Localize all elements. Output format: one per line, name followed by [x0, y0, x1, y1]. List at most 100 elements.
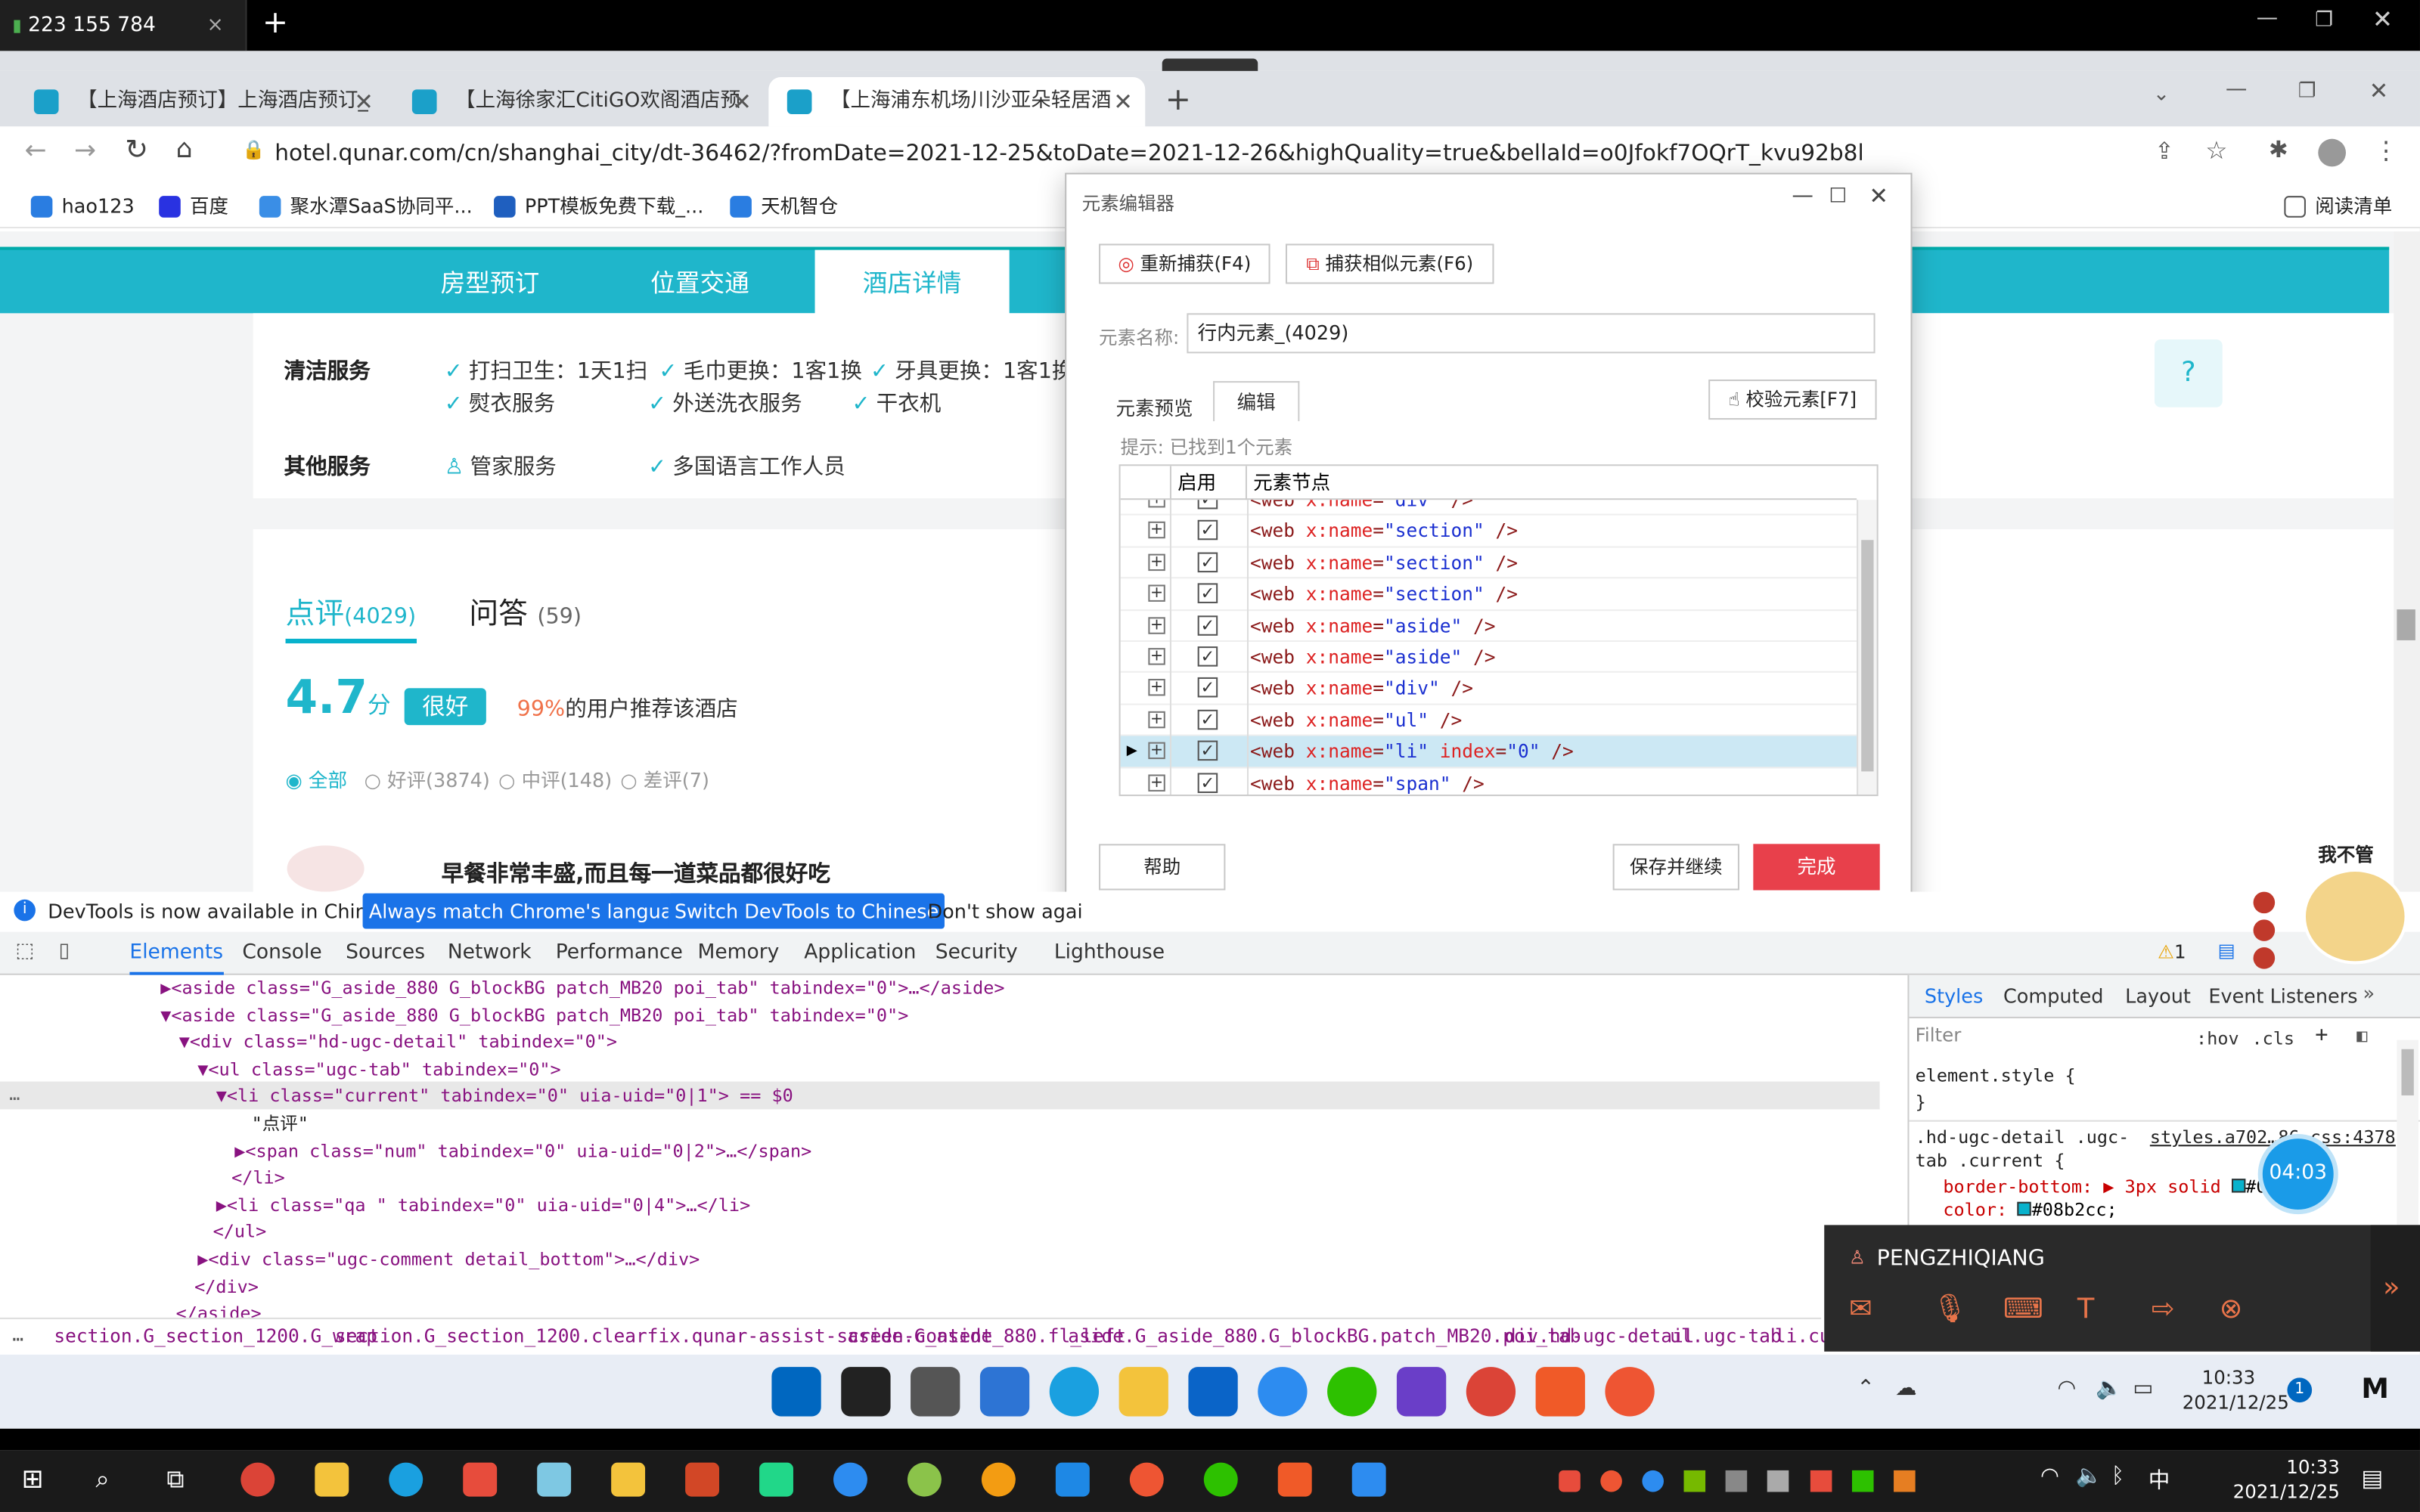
bookmark-star-icon[interactable]: ☆	[2205, 136, 2227, 166]
gear-icon-stack[interactable]	[2253, 891, 2276, 969]
meeting-icon[interactable]	[1351, 1462, 1386, 1497]
browser-tab[interactable]: 【上海酒店预订】上海酒店预订_ ✕	[15, 77, 386, 126]
filter-good[interactable]: ○ 好评(3874)	[365, 764, 490, 793]
close-tab-icon[interactable]: ✕	[732, 77, 752, 126]
styles-filter-input[interactable]: Filter	[1916, 1024, 2178, 1055]
close-tab-icon[interactable]: ✕	[1113, 77, 1133, 126]
widgets-icon[interactable]	[979, 1367, 1030, 1417]
page-scrollbar[interactable]	[2394, 231, 2420, 898]
tab-event-listeners[interactable]: Event Listeners	[2208, 984, 2357, 1008]
breadcrumb-item[interactable]: section.G_section_1200.G_wrap	[54, 1325, 377, 1347]
chrome-icon[interactable]	[1466, 1367, 1516, 1417]
text-icon[interactable]: T	[2077, 1293, 2094, 1325]
notification-center-icon[interactable]: ▤	[2361, 1464, 2383, 1492]
wechat-icon[interactable]	[1203, 1462, 1238, 1497]
dom-line[interactable]: ▶<li class="qa " tabindex="0" uia-uid="0…	[216, 1192, 750, 1219]
more-dots-icon[interactable]: …	[12, 1324, 23, 1346]
notification-badge[interactable]: 1	[2287, 1377, 2313, 1403]
mail-icon[interactable]	[1188, 1367, 1238, 1417]
issues-icon[interactable]: ▤	[2218, 940, 2235, 962]
match-language-button[interactable]: Always match Chrome's language	[362, 893, 703, 929]
restore-icon[interactable]: ❐	[2298, 80, 2316, 104]
panel-expand[interactable]: »	[2370, 1225, 2420, 1352]
edge-icon[interactable]	[1049, 1367, 1100, 1417]
expand-icon[interactable]: +	[1148, 584, 1165, 603]
minimize-icon[interactable]: —	[1792, 184, 1813, 209]
switch-language-button[interactable]: Switch DevTools to Chinese	[668, 893, 945, 929]
device-toggle-icon[interactable]: ▯	[59, 940, 70, 963]
expand-icon[interactable]: +	[1148, 711, 1165, 728]
enable-checkbox[interactable]: ✓	[1197, 646, 1218, 667]
expand-icon[interactable]: +	[1148, 522, 1165, 540]
browser-tab-active[interactable]: 【上海浦东机场川沙亚朵轻居酒 ✕	[768, 77, 1146, 127]
element-style-rule[interactable]: element.style {	[1916, 1064, 2076, 1086]
start-icon[interactable]	[771, 1367, 821, 1417]
tab-performance[interactable]: Performance	[556, 932, 683, 975]
inspect-icon[interactable]: ⬚	[15, 940, 34, 963]
bookmark-item[interactable]: 天机智仓	[727, 191, 838, 222]
enable-checkbox[interactable]: ✓	[1197, 552, 1218, 572]
expand-icon[interactable]: +	[1148, 553, 1165, 571]
tab-security[interactable]: Security	[935, 932, 1018, 975]
volume-icon[interactable]: 🔈	[2096, 1376, 2123, 1401]
minimize-icon[interactable]: —	[2257, 6, 2279, 31]
bookmark-item[interactable]: PPT模板免费下载_...	[491, 191, 703, 222]
enable-checkbox[interactable]: ✓	[1197, 520, 1218, 541]
browser-tab[interactable]: 【上海徐家汇CitiGO欢阁酒店预 ✕	[393, 77, 764, 126]
sidebar-toggle-icon[interactable]: ◧	[2356, 1024, 2367, 1046]
cloud-icon[interactable]: ☁	[1895, 1376, 1917, 1401]
uibot-icon[interactable]	[1605, 1367, 1655, 1417]
task-view-icon[interactable]	[911, 1367, 960, 1417]
tray-icons[interactable]	[1559, 1469, 2021, 1494]
dont-show-button[interactable]: Don't show agai	[928, 900, 1083, 923]
table-row[interactable]: + ✓ <web x:name="div" />	[1120, 674, 1857, 705]
feishu-icon[interactable]	[1258, 1367, 1308, 1417]
tab-edit[interactable]: 编辑	[1213, 381, 1300, 422]
table-scrollbar[interactable]	[1857, 500, 1877, 795]
tab-elements[interactable]: Elements	[129, 932, 224, 975]
close-session-icon[interactable]: ×	[206, 0, 223, 51]
enable-checkbox[interactable]: ✓	[1197, 677, 1218, 699]
tab-application[interactable]: Application	[804, 932, 916, 975]
table-row[interactable]: + ✓ <web x:name="div" />	[1120, 500, 1857, 516]
close-icon[interactable]: ✕	[2372, 5, 2393, 34]
table-row[interactable]: + ✓ <web x:name="section" />	[1120, 547, 1857, 579]
file-transfer-icon[interactable]: ⇨	[2152, 1293, 2175, 1325]
table-row[interactable]: + ✓ <web x:name="li" index="0" /> ▶	[1120, 736, 1857, 768]
tab-computed[interactable]: Computed	[2003, 984, 2104, 1008]
profile-avatar[interactable]	[2318, 138, 2347, 167]
nav-room-booking[interactable]: 房型预订	[386, 250, 594, 317]
table-row[interactable]: + ✓ <web x:name="ul" />	[1120, 705, 1857, 736]
nav-location[interactable]: 位置交通	[596, 250, 805, 317]
close-tab-icon[interactable]: ✕	[354, 77, 374, 126]
disconnect-icon[interactable]: ⊗	[2220, 1293, 2243, 1325]
tab-lighthouse[interactable]: Lighthouse	[1054, 932, 1165, 975]
expand-icon[interactable]: +	[1148, 648, 1165, 665]
breadcrumb-item[interactable]: div.hd-ugc-detail	[1505, 1325, 1695, 1347]
edge-icon[interactable]	[389, 1462, 424, 1497]
expand-icon[interactable]: +	[1148, 500, 1165, 508]
mi-logo-icon[interactable]: M	[2361, 1373, 2389, 1405]
table-row[interactable]: + ✓ <web x:name="section" />	[1120, 579, 1857, 611]
app-icon[interactable]	[907, 1462, 942, 1497]
save-continue-button[interactable]: 保存并继续	[1612, 844, 1739, 891]
search-app-icon[interactable]	[981, 1462, 1016, 1497]
add-rule-icon[interactable]: +	[2315, 1023, 2328, 1048]
task-view-icon[interactable]: ⧉	[166, 1464, 184, 1495]
sticky-icon[interactable]	[315, 1462, 349, 1497]
filter-medium[interactable]: ○ 中评(148)	[498, 764, 612, 793]
enable-checkbox[interactable]: ✓	[1197, 583, 1218, 604]
dom-line[interactable]: ▶<span class="num" tabindex="0" uia-uid=…	[234, 1138, 811, 1165]
notes-icon[interactable]	[537, 1462, 572, 1497]
wifi-icon[interactable]: ◠	[2040, 1464, 2059, 1489]
table-row[interactable]: + ✓ <web x:name="aside" />	[1120, 610, 1857, 642]
bookmark-item[interactable]: 百度	[156, 191, 228, 222]
more-dots-icon[interactable]: …	[9, 1083, 20, 1105]
tab-network[interactable]: Network	[448, 932, 532, 975]
enable-checkbox[interactable]: ✓	[1197, 709, 1218, 730]
table-row[interactable]: + ✓ <web x:name="span" />	[1121, 767, 1857, 795]
done-button[interactable]: 完成	[1753, 844, 1880, 891]
filter-bad[interactable]: ○ 差评(7)	[620, 764, 709, 793]
enable-checkbox[interactable]: ✓	[1197, 615, 1218, 635]
tab-reviews[interactable]: 点评(4029)	[285, 591, 417, 644]
